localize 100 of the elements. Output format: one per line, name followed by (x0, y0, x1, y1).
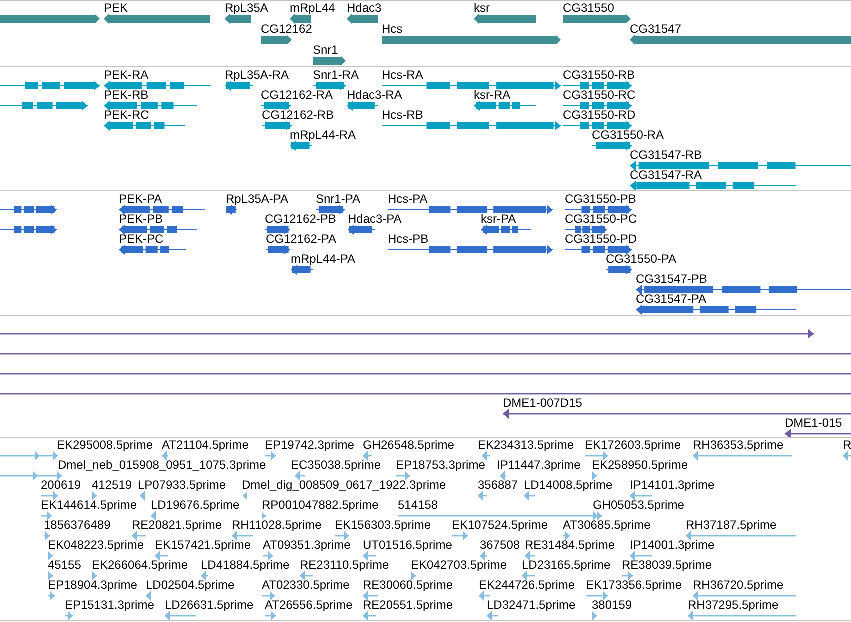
feature-label: PEK-PB (119, 213, 164, 226)
feature-label: RpL35A-RA (225, 69, 290, 82)
feature-label: Hcs-RA (382, 69, 424, 82)
feature-label: Dmel_neb_015908_0951_1075.3prime (58, 459, 266, 472)
feature-label: RH11028.5prime (232, 519, 322, 532)
feature-label: LD32471.5prime (487, 599, 576, 612)
feature-label: Snr1 (313, 44, 338, 57)
feature-label: EK156303.5prime (335, 519, 432, 532)
feature-label: CG31550-PC (565, 213, 638, 226)
feature-label: RE31484.5prime (525, 539, 616, 552)
feature-label: LD02504.5prime (146, 579, 235, 592)
feature-label: PEK-RC (104, 109, 150, 122)
feature-label: CG31550-PD (565, 233, 638, 246)
feature-label: UT01516.5prime (363, 539, 452, 552)
feature-label: LD23165.5prime (522, 559, 611, 572)
feature-label: LD41884.5prime (201, 559, 290, 572)
feature-label: mRpL44-RA (290, 129, 356, 142)
feature-label: 200619 (41, 479, 82, 492)
feature-label: CG12162-RB (262, 109, 334, 122)
feature-label: mRpL44 (290, 2, 336, 15)
feature-label: CG31550-RB (563, 69, 636, 82)
feature-label: CG31550-RC (563, 89, 636, 102)
feature-label: RE20551.5prime (363, 599, 454, 612)
feature-label: EP15131.3prime (65, 599, 154, 612)
feature-label: PEK-RB (104, 89, 149, 102)
feature-label: RH37187.5prime (686, 519, 777, 532)
feature-label: IP14101.3prime (630, 479, 715, 492)
feature-label: Snr1-PA (316, 193, 360, 206)
feature-label: 514158 (398, 499, 438, 512)
feature-label: Hdac3-RA (347, 89, 402, 102)
feature-label: CG12162 (261, 23, 312, 36)
feature-label: IP11447.3prime (497, 459, 581, 472)
feature-label: CG12162-PA (266, 233, 336, 246)
feature-label: mRpL44-PA (291, 253, 356, 266)
feature-label: Hcs-PB (388, 233, 429, 246)
feature-label: RE38039.5prime (622, 559, 712, 572)
feature-label: RH36720.5prime (693, 579, 784, 592)
feature-label: EK048223.5prime (48, 539, 144, 552)
feature-label: ksr-PA (481, 213, 516, 226)
feature-label: Hcs-RB (382, 109, 424, 122)
feature-label: EK258950.5prime (592, 459, 688, 472)
feature-label: LP07933.5prime (138, 479, 226, 492)
feature-label: AT30685.5prime (563, 519, 651, 532)
feature-label: EK172603.5prime (585, 439, 682, 452)
feature-label: EP18904.3prime (48, 579, 138, 592)
feature-label: 1856376489 (44, 519, 111, 532)
feature-label: RH36353.5prime (693, 439, 784, 452)
feature-label: Dmel_dig_008509_0617_1922.3prime (242, 479, 446, 492)
feature-label: RE30060.5prime (363, 579, 454, 592)
feature-label: RE20821.5prime (132, 519, 222, 532)
feature-label: EP18753.3prime (396, 459, 486, 472)
feature-label: 356887 (478, 479, 518, 492)
feature-label: AT02330.5prime (262, 579, 350, 592)
feature-label: IP14001.3prime (630, 539, 715, 552)
feature-label: CG31547-RB (630, 149, 702, 162)
feature-label: Hcs (382, 23, 403, 36)
feature-label: PEK-RA (104, 69, 149, 82)
feature-label: AT26556.5prime (265, 599, 353, 612)
feature-label: PEK-PC (119, 233, 164, 246)
feature-label: 367508 (480, 539, 520, 552)
feature-label: EK266064.5prime (92, 559, 188, 572)
feature-label: 412519 (92, 479, 132, 492)
feature-label: EK173356.5prime (586, 579, 682, 592)
feature-label: EK244726.5prime (479, 579, 576, 592)
feature-label: PEK (104, 2, 128, 15)
feature-label: EP19742.3prime (265, 439, 354, 452)
feature-label: LD19676.5prime (151, 499, 240, 512)
feature-label: Snr1-RA (313, 69, 360, 82)
feature-label: RpL35A-PA (226, 193, 288, 206)
feature-label: DME1-015 (785, 417, 842, 430)
feature-label: CG31550-RA (592, 129, 664, 142)
feature-label: RH37295.5prime (688, 599, 779, 612)
feature-label: CG31547 (630, 23, 682, 36)
feature-label: CG12162-RA (261, 89, 334, 102)
feature-label: CG12162-PB (265, 213, 336, 226)
feature-label: GH26548.5prime (363, 439, 454, 452)
feature-label: GH05053.5prime (593, 499, 684, 512)
feature-label: ksr-RA (474, 89, 511, 102)
feature-label: EK157421.5prime (155, 539, 252, 552)
feature-label: EK295008.5prime (57, 439, 154, 452)
feature-label: AT09351.3prime (263, 539, 351, 552)
feature-label: AT21104.5prime (162, 439, 249, 452)
feature-label: RE23110.5prime (300, 559, 390, 572)
feature-label: CG31550-PA (606, 253, 676, 266)
feature-label: LD14008.5prime (524, 479, 613, 492)
feature-label: RP001047882.5prime (262, 499, 379, 512)
feature-label: EK144614.5prime (41, 499, 138, 512)
feature-label: CG31550 (563, 2, 614, 15)
feature-label: CG31550-PB (565, 193, 636, 206)
feature-label: DME1-007D15 (503, 397, 582, 410)
feature-label: PEK-PA (119, 193, 162, 206)
feature-label: Hcs-PA (388, 193, 428, 206)
feature-label: EC35038.5prime (291, 459, 382, 472)
feature-label: CG31547-PB (636, 273, 708, 286)
feature-label: LD26631.5prime (165, 599, 254, 612)
feature-label: EK234313.5prime (478, 439, 574, 452)
feature-label: CG31547-PA (636, 293, 706, 306)
feature-label: 45155 (48, 559, 82, 572)
feature-label: RpL35A (225, 2, 268, 15)
feature-label: Hdac3 (347, 2, 382, 15)
